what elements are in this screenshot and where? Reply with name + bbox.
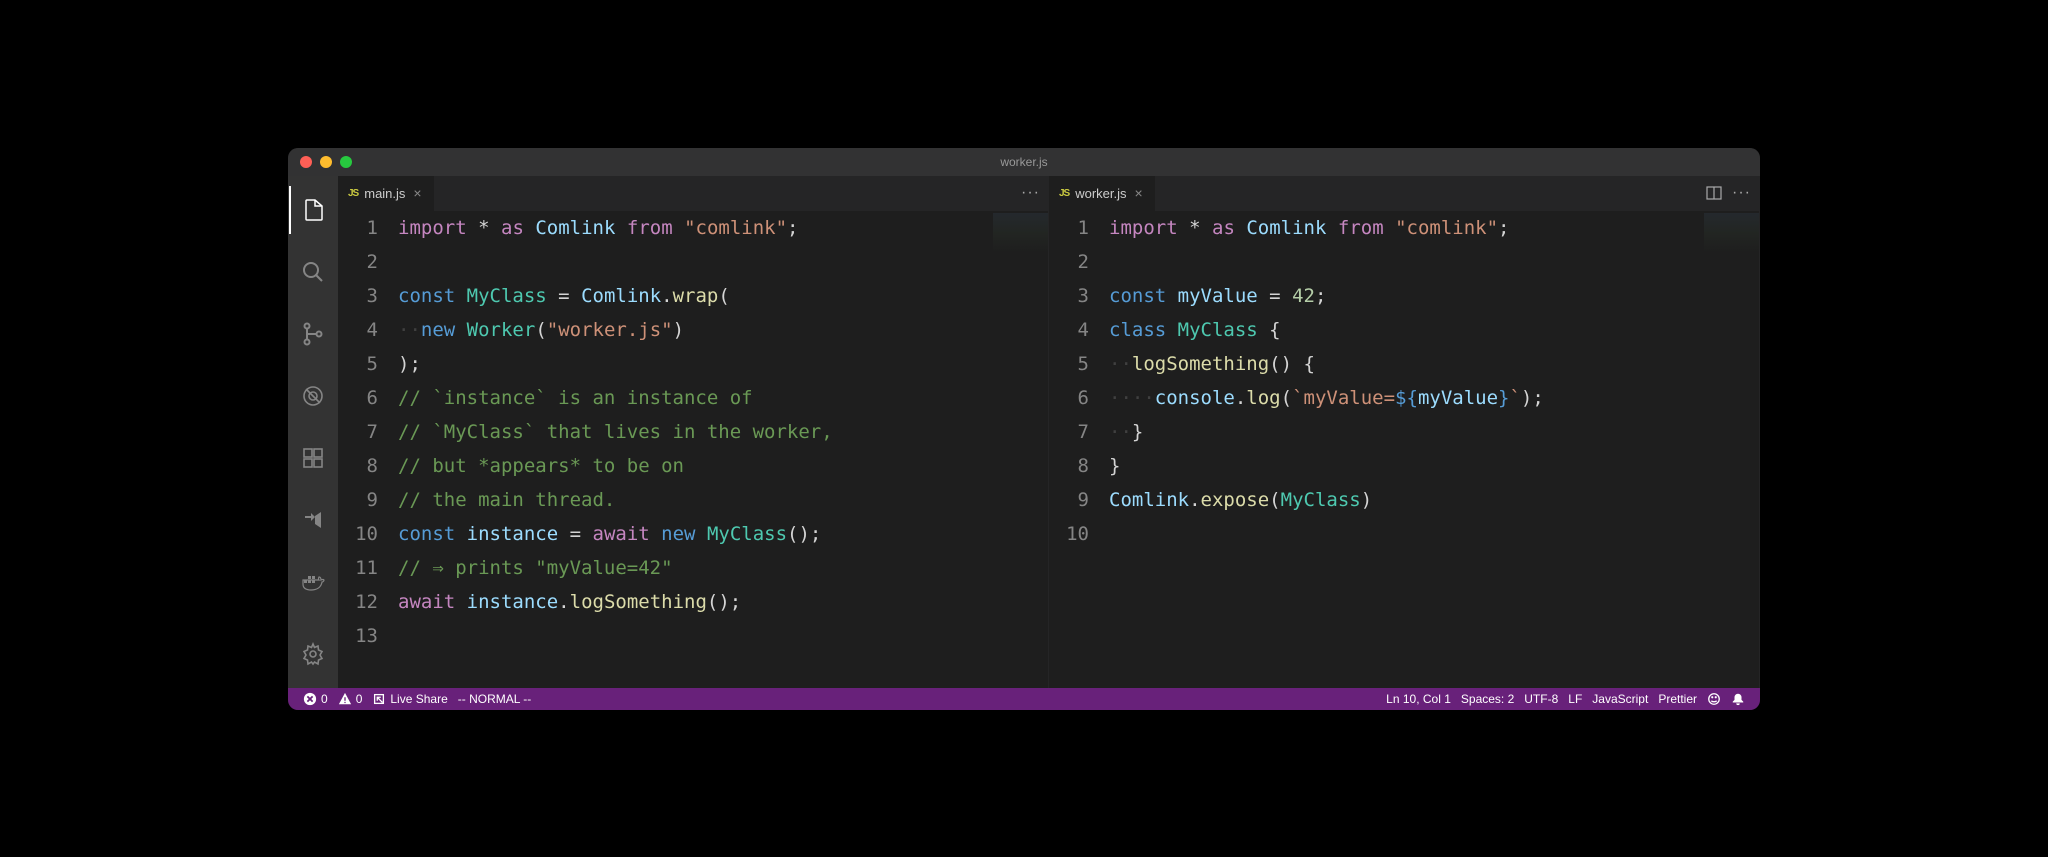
search-icon[interactable] <box>289 248 337 296</box>
minimap-left[interactable] <box>993 213 1048 253</box>
broadcast-icon <box>372 692 386 706</box>
error-icon <box>303 692 317 706</box>
status-feedback-icon[interactable] <box>1702 692 1726 706</box>
warning-icon <box>338 692 352 706</box>
activity-bar <box>288 176 338 688</box>
status-eol[interactable]: LF <box>1563 692 1587 706</box>
status-warnings[interactable]: 0 <box>333 692 368 706</box>
status-bell-icon[interactable] <box>1726 692 1750 706</box>
editor-group-left: JS main.js × ··· 12345678910111213 impor… <box>338 176 1049 688</box>
tab-label: worker.js <box>1075 186 1126 201</box>
explorer-icon[interactable] <box>289 186 337 234</box>
close-tab-icon[interactable]: × <box>1133 185 1145 201</box>
editor-group-right: JS worker.js × ··· 12345678910 import * … <box>1049 176 1760 688</box>
js-file-icon: JS <box>1059 188 1069 199</box>
vscode-window: worker.js <box>288 148 1760 710</box>
tab-actions-right: ··· <box>1706 176 1759 211</box>
tabs-row-left: JS main.js × ··· <box>338 176 1048 211</box>
error-count: 0 <box>321 692 328 706</box>
status-encoding[interactable]: UTF-8 <box>1519 692 1563 706</box>
code-lines-right[interactable]: import * as Comlink from "comlink"; cons… <box>1109 211 1759 688</box>
window-title: worker.js <box>1000 155 1047 169</box>
docker-icon[interactable] <box>289 558 337 606</box>
body-area: JS main.js × ··· 12345678910111213 impor… <box>288 176 1760 688</box>
tab-main-js[interactable]: JS main.js × <box>338 176 435 211</box>
status-right: Ln 10, Col 1 Spaces: 2 UTF-8 LF JavaScri… <box>1381 692 1750 706</box>
status-language[interactable]: JavaScript <box>1587 692 1653 706</box>
code-area-left[interactable]: 12345678910111213 import * as Comlink fr… <box>338 211 1048 688</box>
status-position[interactable]: Ln 10, Col 1 <box>1381 692 1456 706</box>
close-tab-icon[interactable]: × <box>411 185 423 201</box>
status-liveshare[interactable]: Live Share <box>367 692 452 706</box>
liveshare-label: Live Share <box>390 692 447 706</box>
extensions-icon[interactable] <box>289 434 337 482</box>
statusbar: 0 0 Live Share -- NORMAL -- Ln 10, Col 1… <box>288 688 1760 710</box>
titlebar[interactable]: worker.js <box>288 148 1760 176</box>
traffic-lights <box>288 156 352 168</box>
tabs-row-right: JS worker.js × ··· <box>1049 176 1759 211</box>
warning-count: 0 <box>356 692 363 706</box>
settings-icon[interactable] <box>289 630 337 678</box>
minimap-right[interactable] <box>1704 213 1759 253</box>
code-area-right[interactable]: 12345678910 import * as Comlink from "co… <box>1049 211 1759 688</box>
tab-worker-js[interactable]: JS worker.js × <box>1049 176 1156 211</box>
split-editor-icon[interactable] <box>1706 185 1722 201</box>
tab-actions-left: ··· <box>1021 176 1048 211</box>
source-control-icon[interactable] <box>289 310 337 358</box>
js-file-icon: JS <box>348 188 358 199</box>
minimize-window-button[interactable] <box>320 156 332 168</box>
tab-label: main.js <box>364 186 405 201</box>
status-formatter[interactable]: Prettier <box>1653 692 1702 706</box>
code-lines-left[interactable]: import * as Comlink from "comlink"; cons… <box>398 211 1048 688</box>
status-errors[interactable]: 0 <box>298 692 333 706</box>
gutter-left: 12345678910111213 <box>338 211 398 688</box>
status-vim-mode[interactable]: -- NORMAL -- <box>453 692 537 706</box>
editor-area: JS main.js × ··· 12345678910111213 impor… <box>338 176 1760 688</box>
gutter-right: 12345678910 <box>1049 211 1109 688</box>
live-share-icon[interactable] <box>289 496 337 544</box>
status-spaces[interactable]: Spaces: 2 <box>1456 692 1519 706</box>
more-actions-icon[interactable]: ··· <box>1732 184 1751 202</box>
more-actions-icon[interactable]: ··· <box>1021 184 1040 202</box>
vim-mode-label: -- NORMAL -- <box>458 692 532 706</box>
maximize-window-button[interactable] <box>340 156 352 168</box>
debug-icon[interactable] <box>289 372 337 420</box>
close-window-button[interactable] <box>300 156 312 168</box>
